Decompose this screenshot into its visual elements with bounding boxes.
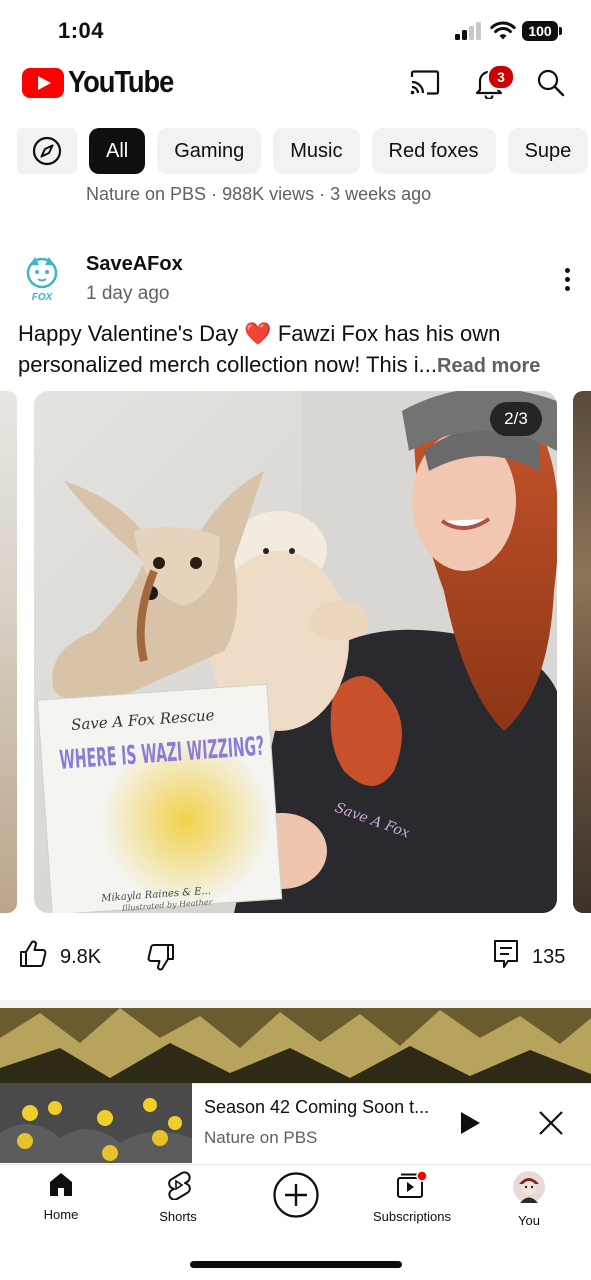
- subscriptions-icon: [395, 1170, 429, 1204]
- mini-player-channel: Nature on PBS: [204, 1128, 318, 1147]
- dislike-icon[interactable]: [146, 940, 176, 974]
- chip-gaming[interactable]: Gaming: [157, 128, 262, 174]
- nav-home-label: Home: [43, 1207, 79, 1222]
- image-counter-badge: 2/3: [490, 402, 542, 436]
- like-group: 9.8K: [18, 940, 101, 974]
- nav-you-label: You: [518, 1213, 540, 1228]
- next-video-thumbnail[interactable]: [0, 1008, 591, 1088]
- cast-icon[interactable]: [408, 66, 442, 100]
- home-indicator: [190, 1261, 402, 1268]
- home-icon: [47, 1173, 75, 1202]
- like-count: 9.8K: [60, 945, 102, 968]
- like-icon[interactable]: [18, 939, 48, 975]
- mini-player-title[interactable]: Season 42 Coming Soon t...: [204, 1097, 429, 1118]
- chip-red-foxes[interactable]: Red foxes: [371, 128, 496, 174]
- chip-all[interactable]: All: [89, 128, 146, 174]
- filter-chip-bar: All Gaming Music Red foxes Supe: [17, 128, 589, 174]
- nav-subscriptions-label: Subscriptions: [372, 1209, 452, 1224]
- play-icon[interactable]: [458, 1110, 482, 1141]
- explore-compass-icon[interactable]: [17, 128, 77, 174]
- next-image-preview[interactable]: [573, 391, 591, 913]
- mini-player-thumbnail[interactable]: [0, 1083, 192, 1163]
- post-text: Happy Valentine's Day ❤️ Fawzi Fox has h…: [18, 321, 501, 377]
- create-plus-icon[interactable]: [272, 1171, 320, 1224]
- post-channel-name[interactable]: SaveAFox: [86, 253, 183, 276]
- notification-count-badge: 3: [487, 64, 515, 90]
- comment-icon[interactable]: [492, 938, 520, 976]
- comment-count: 135: [532, 945, 566, 968]
- cellular-signal-icon: [455, 22, 483, 40]
- post-age: 1 day ago: [86, 283, 170, 304]
- previous-image-preview[interactable]: [0, 391, 17, 913]
- search-icon[interactable]: [534, 66, 568, 100]
- shorts-icon: [164, 1171, 192, 1204]
- feed-divider: [0, 1000, 591, 1008]
- nav-shorts[interactable]: Shorts: [128, 1170, 228, 1224]
- nav-home[interactable]: Home: [11, 1170, 111, 1222]
- nav-you[interactable]: You: [479, 1170, 579, 1228]
- wifi-icon: [490, 21, 516, 46]
- svg-text:FOX: FOX: [32, 292, 54, 303]
- status-time: 1:04: [58, 18, 105, 43]
- nav-shorts-label: Shorts: [159, 1209, 197, 1224]
- chip-music[interactable]: Music: [273, 128, 360, 174]
- chip-super[interactable]: Supe: [507, 128, 589, 174]
- channel-avatar[interactable]: FOX: [20, 253, 64, 303]
- youtube-logo-text[interactable]: YouTube: [68, 64, 174, 100]
- profile-avatar-icon: [512, 1171, 546, 1208]
- post-image[interactable]: Save A Fox Save A Fox Rescue WHERE IS WA…: [34, 391, 557, 913]
- close-icon[interactable]: [537, 1109, 565, 1142]
- battery-indicator: 100: [522, 21, 562, 41]
- youtube-logo-icon[interactable]: [22, 68, 64, 98]
- post-body: Happy Valentine's Day ❤️ Fawzi Fox has h…: [18, 318, 578, 382]
- previous-video-meta: Nature on PBS · 988K views · 3 weeks ago: [86, 184, 432, 204]
- more-options-icon[interactable]: [555, 264, 579, 296]
- comments-group[interactable]: 135: [492, 940, 565, 974]
- read-more-link[interactable]: Read more: [437, 355, 540, 377]
- nav-subscriptions[interactable]: Subscriptions: [362, 1170, 462, 1224]
